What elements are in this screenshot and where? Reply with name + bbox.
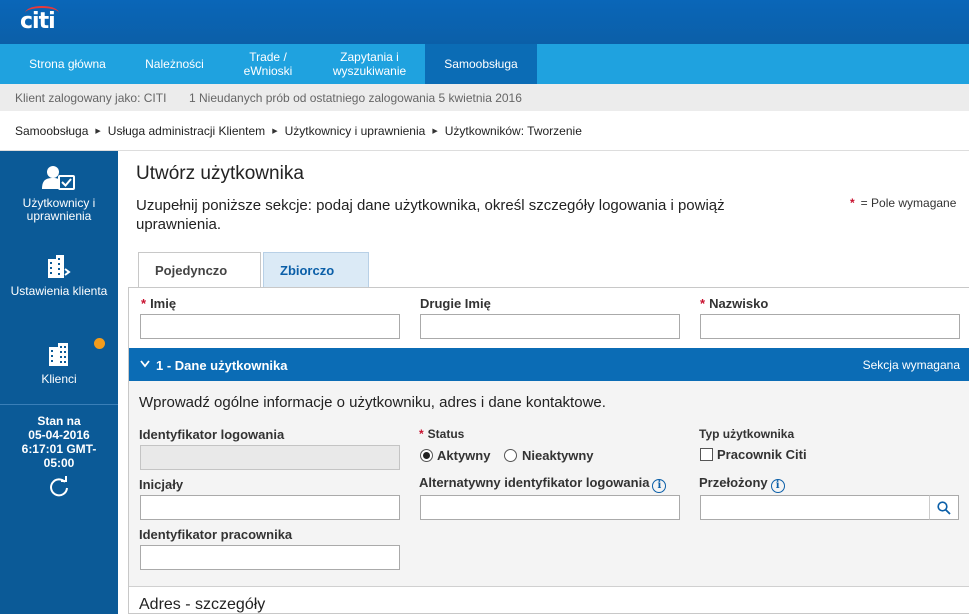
search-icon	[937, 500, 951, 515]
status-time: 6:17:01 GMT-	[21, 442, 97, 456]
status-date: 05-04-2016	[28, 428, 90, 442]
status-inactive-radio[interactable]	[504, 449, 517, 462]
top-header: citi	[0, 0, 969, 44]
login-id-label: Identyfikator logowania	[139, 427, 285, 442]
users-check-icon	[42, 166, 75, 190]
nav-item-trade[interactable]: Trade / eWnioski	[228, 44, 308, 84]
main-content: Utwórz użytkownika Uzupełnij poniższe se…	[118, 151, 969, 614]
initials-label: Inicjały	[139, 477, 184, 492]
logo-arc	[25, 6, 59, 20]
breadcrumb-item-client-admin[interactable]: Usługa administracji Klientem	[108, 124, 265, 138]
last-name-label: * Nazwisko	[700, 296, 769, 311]
breadcrumb-separator-icon: ▶	[432, 128, 438, 135]
status-active-label: Aktywny	[437, 448, 491, 463]
breadcrumb-separator-icon: ▶	[272, 128, 278, 135]
middle-name-field[interactable]	[420, 314, 680, 339]
status-timestamp: Stan na 05-04-2016 6:17:01 GMT- 05:00	[0, 414, 118, 470]
supervisor-label: Przełożony i	[699, 475, 785, 493]
section-title: 1 - Dane użytkownika	[156, 358, 288, 373]
info-icon[interactable]: i	[770, 479, 785, 493]
tab-single[interactable]: Pojedynczo	[138, 252, 261, 289]
required-note-text: = Pole wymagane	[860, 196, 957, 210]
session-info-bar: Klient zalogowany jako: CITI 1 Nieudanyc…	[0, 84, 969, 111]
sidebar-item-users[interactable]: Użytkownicy i uprawnienia	[0, 165, 118, 223]
page-title: Utwórz użytkownika	[136, 163, 304, 184]
supervisor-search-button[interactable]	[929, 495, 959, 520]
initials-field[interactable]	[140, 495, 400, 520]
required-star: *	[850, 196, 855, 210]
middle-name-label: Drugie Imię	[420, 296, 491, 311]
nav-item-self-service[interactable]: Samoobsługa	[425, 44, 537, 84]
building-icon	[49, 343, 68, 366]
user-type-label: Typ użytkownika	[699, 427, 795, 441]
status-inactive-label: Nieaktywny	[522, 448, 594, 463]
status-label: Stan na	[37, 414, 81, 428]
status-label: * Status	[419, 427, 465, 441]
alt-login-id-field[interactable]	[420, 495, 680, 520]
info-icon[interactable]: i	[652, 479, 667, 493]
breadcrumb-separator-icon: ▶	[95, 128, 101, 135]
section-required-label: Sekcja wymagana	[862, 358, 960, 372]
sidebar-item-client-settings[interactable]: Ustawienia klienta	[0, 253, 118, 298]
employee-id-label: Identyfikator pracownika	[139, 527, 293, 542]
first-name-field[interactable]	[140, 314, 400, 339]
refresh-icon[interactable]	[48, 476, 70, 498]
breadcrumb-item-self-service[interactable]: Samoobsługa	[15, 124, 88, 138]
form-panel: * Imię Drugie Imię * Nazwisko 1 - Dane uży…	[128, 287, 969, 614]
breadcrumb-item-current: Użytkowników: Tworzenie	[444, 124, 582, 138]
sidebar-item-users-label: Użytkownicy i uprawnienia	[22, 196, 96, 223]
section-user-data-header[interactable]: 1 - Dane użytkownika Sekcja wymagana	[129, 348, 969, 381]
main-nav: Strona główna Należności Trade / eWniosk…	[0, 44, 969, 84]
employee-id-field[interactable]	[140, 545, 400, 570]
last-name-field[interactable]	[700, 314, 960, 339]
sidebar-item-client-settings-label: Ustawienia klienta	[10, 284, 108, 298]
tab-bulk[interactable]: Zbiorczo	[263, 252, 369, 288]
section-intro: Wprowadź ogólne informacje o użytkowniku…	[139, 394, 606, 411]
breadcrumb: Samoobsługa ▶ Usługa administracji Klien…	[15, 124, 582, 138]
section-user-data-body: Wprowadź ogólne informacje o użytkowniku…	[129, 381, 969, 586]
first-name-label: * Imię	[141, 296, 177, 311]
nav-item-home[interactable]: Strona główna	[0, 44, 135, 84]
login-id-field	[140, 445, 400, 470]
nav-item-receivables[interactable]: Należności	[135, 44, 214, 84]
sidebar: Użytkownicy i uprawnienia Ustawienia kli…	[0, 151, 118, 614]
breadcrumb-item-users[interactable]: Użytkownicy i uprawnienia	[285, 124, 426, 138]
citi-logo[interactable]: citi	[20, 6, 59, 34]
page-description: Uzupełnij poniższe sekcje: podaj dane uż…	[136, 197, 725, 233]
chevron-down-icon	[140, 356, 150, 371]
status-timezone: 05:00	[43, 456, 75, 470]
sidebar-item-clients-label: Klienci	[41, 372, 77, 386]
sidebar-divider	[0, 404, 118, 405]
status-active-radio[interactable]	[420, 449, 433, 462]
alt-login-id-label: Alternatywny identyfikator logowania i	[419, 475, 667, 493]
logged-in-label: Klient zalogowany jako: CITI	[15, 91, 167, 105]
citi-employee-checkbox[interactable]	[700, 448, 713, 461]
building-settings-icon	[48, 255, 71, 278]
address-section-title: Adres - szczegóły	[139, 596, 266, 613]
failed-login-message: 1 Nieudanych prób od ostatniego zalogowa…	[189, 91, 522, 105]
citi-employee-label: Pracownik Citi	[717, 447, 807, 462]
address-divider	[129, 586, 969, 587]
notification-dot	[94, 338, 105, 349]
nav-item-inquiries[interactable]: Zapytania i wyszukiwanie	[322, 44, 417, 84]
required-field-note: * = Pole wymagane	[850, 196, 956, 210]
supervisor-field[interactable]	[700, 495, 930, 520]
